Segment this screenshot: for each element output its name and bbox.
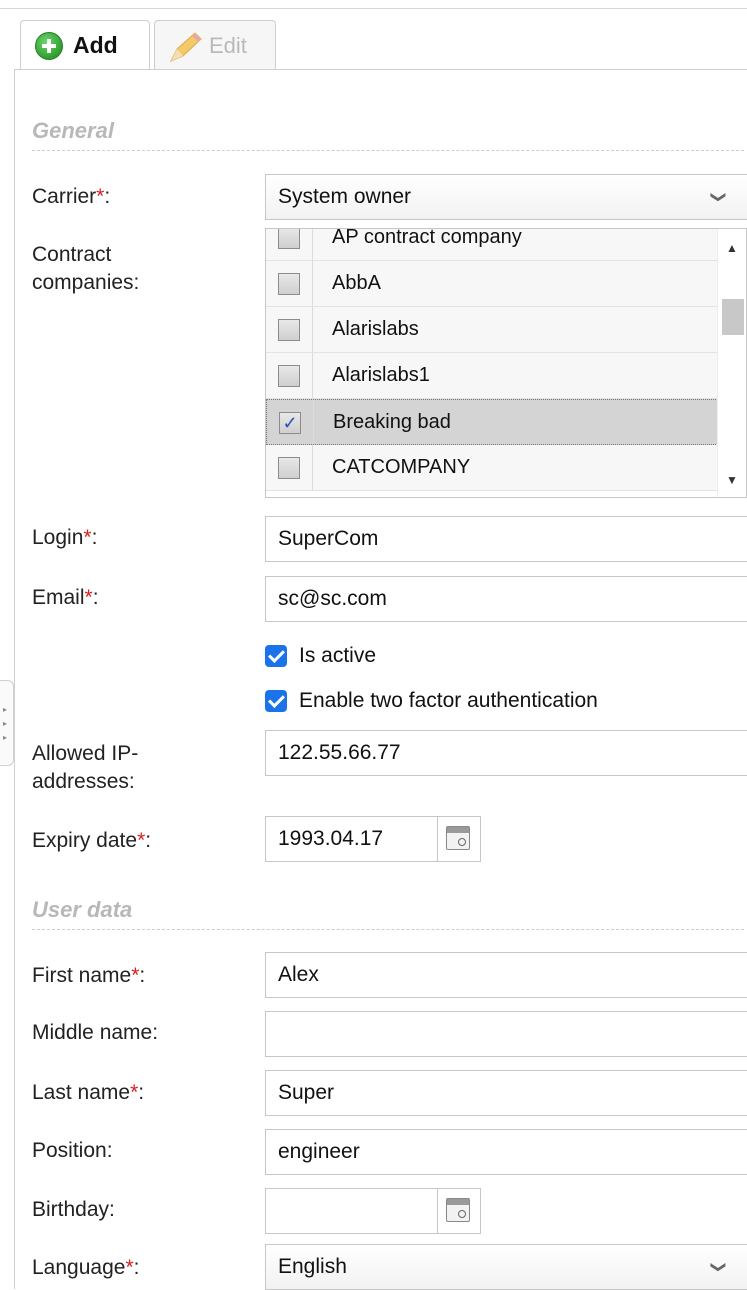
login-value: SuperCom xyxy=(278,527,379,550)
checkbox[interactable] xyxy=(278,365,300,387)
two-factor-checkbox[interactable] xyxy=(265,690,287,712)
tab-add-label: Add xyxy=(73,32,118,58)
tab-add[interactable]: Add xyxy=(20,20,150,70)
carrier-label: Carrier*: xyxy=(32,185,111,208)
checkbox[interactable] xyxy=(278,319,300,341)
first-name-value: Alex xyxy=(278,963,319,986)
login-label: Login*: xyxy=(32,526,98,549)
calendar-icon[interactable] xyxy=(446,1198,470,1222)
tab-edit-label: Edit xyxy=(209,32,247,58)
add-plus-icon xyxy=(35,31,63,60)
list-item[interactable]: AP contract company xyxy=(266,229,718,261)
carrier-select[interactable]: System owner ❯ xyxy=(265,174,747,220)
scroll-thumb[interactable] xyxy=(722,299,744,335)
allowed-ip-label: Allowed IP-addresses: xyxy=(32,742,139,793)
pencil-icon xyxy=(169,31,202,62)
checkbox[interactable] xyxy=(278,457,300,479)
middle-name-label: Middle name: xyxy=(32,1021,159,1044)
two-factor-label: Enable two factor authentication xyxy=(299,689,598,712)
arrow-right-icon: ▸ xyxy=(3,719,8,728)
position-label: Position: xyxy=(32,1139,113,1162)
birthday-label: Birthday: xyxy=(32,1198,115,1221)
top-divider xyxy=(0,8,747,9)
login-input[interactable]: SuperCom xyxy=(265,516,747,562)
last-name-input[interactable]: Super xyxy=(265,1070,747,1116)
arrow-right-icon: ▸ xyxy=(3,733,8,742)
email-label: Email*: xyxy=(32,586,99,609)
divider xyxy=(437,1189,438,1233)
divider xyxy=(437,817,438,861)
scroll-up-icon[interactable]: ▲ xyxy=(726,241,738,255)
language-label: Language*: xyxy=(32,1256,140,1279)
list-item[interactable]: CATCOMPANY xyxy=(266,445,718,491)
email-value: sc@sc.com xyxy=(278,587,387,610)
position-value: engineer xyxy=(278,1140,360,1163)
is-active-checkbox[interactable] xyxy=(265,645,287,667)
language-select-value: English xyxy=(278,1255,347,1278)
last-name-value: Super xyxy=(278,1081,335,1104)
chevron-down-icon: ❯ xyxy=(710,1260,727,1274)
checkbox-checked[interactable]: ✓ xyxy=(279,412,301,434)
contract-companies-label: Contract companies: xyxy=(32,243,140,294)
scroll-down-icon[interactable]: ▼ xyxy=(726,473,738,487)
list-item[interactable]: Alarislabs xyxy=(266,307,718,353)
chevron-down-icon: ❯ xyxy=(710,190,727,204)
expiry-date-label: Expiry date*: xyxy=(32,829,152,852)
list-item[interactable]: Alarislabs1 xyxy=(266,353,718,399)
arrow-right-icon: ▸ xyxy=(3,705,8,714)
first-name-input[interactable]: Alex xyxy=(265,952,747,998)
section-user-data-title: User data xyxy=(32,897,744,930)
is-active-label: Is active xyxy=(299,644,377,667)
collapse-handle[interactable]: ▸ ▸ ▸ xyxy=(0,680,14,766)
list-scrollbar[interactable]: ▲ ▼ xyxy=(717,229,746,497)
middle-name-input[interactable] xyxy=(265,1011,747,1057)
position-input[interactable]: engineer xyxy=(265,1129,747,1175)
checkbox[interactable] xyxy=(278,229,300,249)
list-item-selected[interactable]: ✓ Breaking bad xyxy=(266,399,718,445)
section-general-title: General xyxy=(32,118,744,151)
checkbox[interactable] xyxy=(278,273,300,295)
list-item[interactable]: AbbA xyxy=(266,261,718,307)
allowed-ip-value: 122.55.66.77 xyxy=(278,741,401,764)
expiry-date-value: 1993.04.17 xyxy=(278,827,384,850)
carrier-select-value: System owner xyxy=(278,185,412,208)
language-select[interactable]: English ❯ xyxy=(265,1244,747,1290)
tab-edit[interactable]: Edit xyxy=(154,20,276,70)
two-factor-row[interactable]: Enable two factor authentication xyxy=(265,689,598,713)
email-input[interactable]: sc@sc.com xyxy=(265,576,747,622)
calendar-icon[interactable] xyxy=(446,826,470,850)
is-active-row[interactable]: Is active xyxy=(265,644,376,668)
first-name-label: First name*: xyxy=(32,964,146,987)
last-name-label: Last name*: xyxy=(32,1081,145,1104)
allowed-ip-input[interactable]: 122.55.66.77 xyxy=(265,730,747,776)
contract-companies-list[interactable]: AP contract company AbbA Alarislabs Alar… xyxy=(265,228,747,498)
